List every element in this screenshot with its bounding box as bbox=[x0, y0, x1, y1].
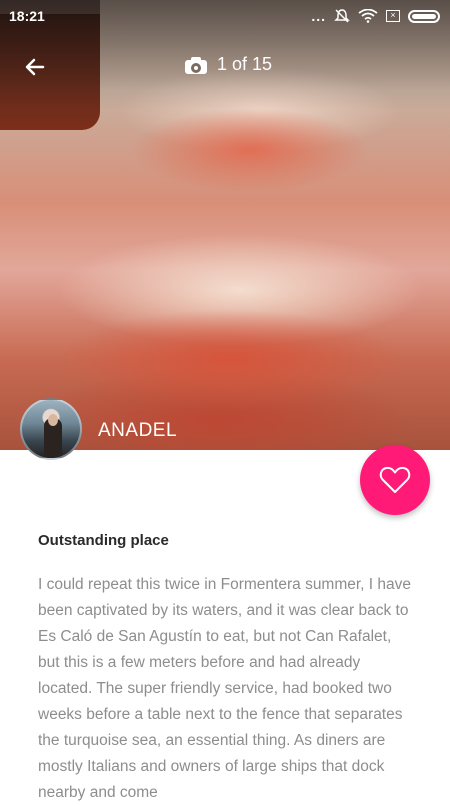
arrow-left-icon bbox=[25, 58, 45, 76]
photo-counter: 1 of 15 bbox=[185, 54, 272, 75]
review-title: Outstanding place bbox=[38, 532, 169, 549]
review-body: I could repeat this twice in Formentera … bbox=[38, 576, 412, 801]
status-time: 18:21 bbox=[9, 8, 45, 24]
more-dots-icon: ... bbox=[311, 8, 326, 24]
author-name[interactable]: ANADEL bbox=[98, 420, 177, 442]
battery-icon bbox=[408, 9, 440, 23]
author-avatar[interactable] bbox=[20, 398, 82, 460]
status-icons: ... × bbox=[311, 8, 440, 24]
photo-counter-text: 1 of 15 bbox=[217, 54, 273, 74]
x-sim-icon: × bbox=[386, 10, 400, 22]
camera-icon bbox=[185, 56, 207, 74]
status-bar: 18:21 ... × bbox=[0, 0, 450, 32]
wifi-icon bbox=[358, 9, 378, 23]
heart-icon bbox=[379, 466, 411, 493]
favorite-button[interactable] bbox=[360, 445, 430, 515]
back-button[interactable] bbox=[18, 50, 52, 84]
mute-icon bbox=[334, 9, 350, 23]
